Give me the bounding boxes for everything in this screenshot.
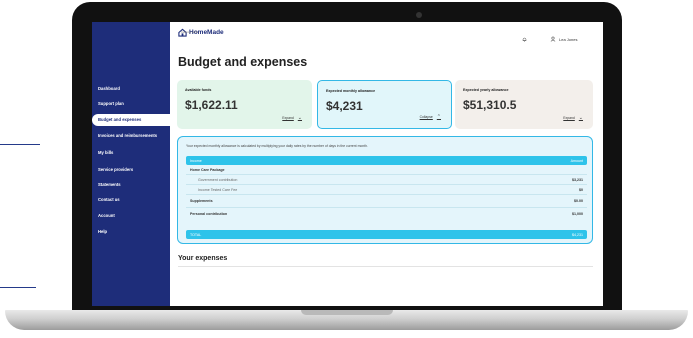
- table-row: Supplements $0.00: [186, 195, 587, 208]
- amount-column-header: Amount: [570, 158, 583, 163]
- card-label: Expected monthly allowance: [326, 89, 376, 93]
- breakdown-description: Your expected monthly allowance is calcu…: [186, 144, 368, 148]
- row-value: $0: [579, 187, 583, 192]
- available-funds-card: Available funds $1,622.11 Expand ⌄: [177, 80, 312, 129]
- table-body: Home Care Package Government contributio…: [186, 165, 587, 220]
- expand-button[interactable]: Expand ⌄: [282, 115, 302, 121]
- sidebar-item-invoices-and-reimbursements[interactable]: Invoices and reimbursements: [98, 133, 157, 138]
- row-label: Personal contribution: [190, 212, 228, 216]
- row-label: Government contribution: [198, 177, 238, 182]
- sidebar-item-contact-us[interactable]: Contact us: [98, 197, 120, 202]
- bell-icon[interactable]: [522, 37, 527, 42]
- chevron-down-icon: ⌄: [578, 115, 583, 121]
- sidebar-item-statements[interactable]: Statements: [98, 182, 121, 187]
- sidebar-item-my-bills[interactable]: My bills: [98, 150, 113, 155]
- expected-monthly-allowance-card: Expected monthly allowance $4,231 Collap…: [317, 80, 452, 129]
- allowance-breakdown-panel: Your expected monthly allowance is calcu…: [177, 136, 593, 244]
- chevron-up-icon: ⌃: [436, 114, 441, 120]
- table-total-row: TOTAL $4,231: [186, 230, 587, 239]
- sidebar-item-support-plan[interactable]: Support plan: [98, 101, 124, 106]
- main-content: HomeMade Customer portal Lea Jones Budge…: [170, 22, 603, 306]
- sidebar-item-account[interactable]: Account: [98, 213, 115, 218]
- decorative-line-bottom: [0, 287, 36, 288]
- table-row: Income Tested Care Fee $0: [186, 185, 587, 195]
- toggle-label: Expand: [282, 116, 294, 120]
- collapse-button[interactable]: Collapse ⌃: [420, 114, 441, 120]
- user-menu[interactable]: Lea Jones: [550, 36, 577, 42]
- chevron-down-icon: ⌄: [297, 115, 302, 121]
- row-value: $0.00: [574, 199, 583, 203]
- card-label: Available funds: [185, 88, 212, 92]
- row-label: Income Tested Care Fee: [198, 187, 238, 192]
- app-screen: Dashboard Support plan Budget and expens…: [92, 22, 603, 306]
- card-value: $51,310.5: [463, 98, 517, 112]
- card-value: $1,622.11: [185, 98, 238, 112]
- total-value: $4,231: [572, 232, 583, 237]
- decorative-line-top: [0, 144, 40, 145]
- row-value: $3,231: [572, 177, 583, 182]
- table-row: Home Care Package: [186, 165, 587, 175]
- expand-button[interactable]: Expand ⌄: [563, 115, 583, 121]
- laptop-notch: [301, 310, 393, 315]
- user-icon: [550, 36, 556, 42]
- page-title: Budget and expenses: [178, 55, 308, 69]
- expected-yearly-allowance-card: Expected yearly allowance $51,310.5 Expa…: [455, 80, 593, 129]
- toggle-label: Expand: [563, 116, 575, 120]
- table-header: Income Amount: [186, 156, 587, 165]
- table-row: Government contribution $3,231: [186, 175, 587, 185]
- card-value: $4,231: [326, 99, 363, 113]
- user-name: Lea Jones: [559, 36, 578, 42]
- camera-icon: [416, 12, 422, 18]
- income-column-header: Income: [190, 158, 202, 163]
- your-expenses-heading: Your expenses: [178, 255, 228, 262]
- total-label: TOTAL: [190, 232, 202, 237]
- sidebar-item-help[interactable]: Help: [98, 229, 107, 234]
- divider: [178, 266, 593, 267]
- row-value: $1,000: [572, 212, 583, 216]
- sidebar: Dashboard Support plan Budget and expens…: [92, 22, 170, 306]
- sidebar-item-service-providers[interactable]: Service providers: [98, 167, 133, 172]
- table-row: Personal contribution $1,000: [186, 208, 587, 220]
- sidebar-item-budget-and-expenses[interactable]: Budget and expenses: [92, 114, 170, 126]
- row-label: Home Care Package: [190, 167, 225, 172]
- sidebar-item-dashboard[interactable]: Dashboard: [98, 86, 120, 91]
- logo-subtext: Customer portal: [181, 31, 199, 34]
- card-label: Expected yearly allowance: [463, 88, 509, 92]
- toggle-label: Collapse: [419, 115, 433, 119]
- row-label: Supplements: [190, 199, 213, 203]
- laptop-base: [5, 310, 688, 330]
